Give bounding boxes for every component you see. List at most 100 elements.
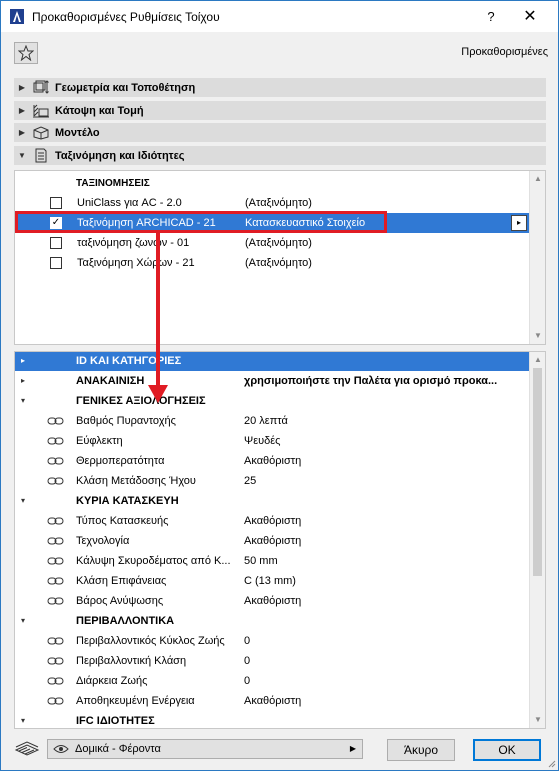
link-icon: [47, 435, 65, 447]
expand-arrow-icon[interactable]: ▸: [21, 376, 25, 385]
collapse-arrow-icon[interactable]: ▾: [21, 716, 25, 725]
property-value[interactable]: Ακαθόριστη: [244, 515, 301, 527]
structural-function-select[interactable]: Δομικά - Φέροντα ▶: [47, 739, 363, 759]
eye-icon: [53, 744, 71, 754]
classification-menu-button[interactable]: ▸: [511, 215, 527, 231]
close-button[interactable]: ✕: [515, 7, 545, 27]
link-icon: [47, 515, 65, 527]
title-bar[interactable]: Προκαθορισμένες Ρυθμίσεις Τοίχου ? ✕: [1, 1, 558, 32]
classification-checkbox[interactable]: [50, 197, 62, 209]
collapse-arrow-icon[interactable]: ▾: [21, 396, 25, 405]
property-name: Περιβαλλοντική Κλάση: [76, 655, 187, 667]
link-icon: [47, 575, 65, 587]
property-value[interactable]: 20 λεπτά: [244, 415, 288, 427]
property-value[interactable]: 25: [244, 475, 256, 487]
floorplan-section-icon: [30, 103, 52, 119]
cancel-button[interactable]: Άκυρο: [387, 739, 455, 761]
scroll-down-icon[interactable]: ▼: [533, 331, 543, 341]
property-group-row[interactable]: ▸ ΑΝΑΚΑΙΝΙΣΗ χρησιμοποιήστε την Παλέτα για…: [15, 371, 529, 391]
property-group-row[interactable]: ▸ ID ΚΑΙ ΚΑΤΗΓΟΡΙΕΣ: [15, 352, 529, 371]
classification-row[interactable]: UniClass για AC - 2.0 (Αταξινόμητο): [15, 193, 529, 213]
property-row[interactable]: Κάλυψη Σκυροδέματος από Κ... 50 mm: [15, 551, 529, 571]
panel-label: Γεωμετρία και Τοποθέτηση: [55, 81, 196, 94]
property-value[interactable]: 0: [244, 635, 250, 647]
property-value[interactable]: Ακαθόριστη: [244, 455, 301, 467]
panel-label: Κάτοψη και Τομή: [55, 104, 144, 117]
property-value: χρησιμοποιήστε την Παλέτα για ορισμό προ…: [244, 375, 498, 387]
ok-button[interactable]: OK: [473, 739, 541, 761]
classification-list: ΤΑΞΙΝΟΜΗΣΕΙΣ UniClass για AC - 2.0 (Αταξ…: [14, 170, 546, 345]
scroll-up-icon[interactable]: ▲: [533, 355, 543, 365]
property-name: Περιβαλλοντικός Κύκλος Ζωής: [76, 635, 225, 647]
property-row[interactable]: Εύφλεκτη Ψευδές: [15, 431, 529, 451]
property-name: Κλάση Επιφάνειας: [76, 575, 167, 587]
link-icon: [47, 455, 65, 467]
star-icon: [18, 45, 34, 61]
property-row[interactable]: Κλάση Επιφάνειας C (13 mm): [15, 571, 529, 591]
link-icon: [47, 415, 65, 427]
classification-value: (Αταξινόμητο): [245, 257, 312, 269]
property-row[interactable]: Τεχνολογία Ακαθόριστη: [15, 531, 529, 551]
geometry-icon: [30, 80, 52, 96]
classification-row[interactable]: Ταξινόμηση Χώρων - 21 (Αταξινόμητο): [15, 253, 529, 273]
defaults-label: Προκαθορισμένες: [461, 46, 548, 58]
property-name: ΠΕΡΙΒΑΛΛΟΝΤΙΚΑ: [76, 615, 175, 627]
panel-model[interactable]: ▶ Μοντέλο: [14, 123, 546, 142]
classification-value: (Αταξινόμητο): [245, 237, 312, 249]
property-name: Κάλυψη Σκυροδέματος από Κ...: [76, 555, 231, 567]
property-value[interactable]: 0: [244, 655, 250, 667]
link-icon: [47, 675, 65, 687]
layers-icon[interactable]: [14, 741, 40, 757]
classification-scrollbar[interactable]: ▲ ▼: [529, 171, 545, 344]
property-value[interactable]: 50 mm: [244, 555, 278, 567]
collapse-arrow-icon[interactable]: ▾: [21, 616, 25, 625]
property-name: Αποθηκευμένη Ενέργεια: [76, 695, 195, 707]
panel-geometry-placement[interactable]: ▶ Γεωμετρία και Τοποθέτηση: [14, 78, 546, 97]
classification-header: ΤΑΞΙΝΟΜΗΣΕΙΣ: [76, 178, 150, 189]
resize-grip-icon[interactable]: [546, 758, 556, 768]
property-group-row[interactable]: ▾ ΚΥΡΙΑ ΚΑΤΑΣΚΕΥΗ: [15, 491, 529, 511]
classification-row[interactable]: ταξινόμηση ζωνών - 01 (Αταξινόμητο): [15, 233, 529, 253]
scroll-thumb[interactable]: [533, 368, 542, 576]
link-icon: [47, 475, 65, 487]
property-name: Βάρος Ανύψωσης: [76, 595, 164, 607]
property-row[interactable]: Τύπος Κατασκευής Ακαθόριστη: [15, 511, 529, 531]
property-group-row[interactable]: ▾ IFC ΙΔΙΟΤΗΤΕΣ: [15, 711, 529, 728]
scroll-up-icon[interactable]: ▲: [533, 174, 543, 184]
property-group-row[interactable]: ▾ ΓΕΝΙΚΕΣ ΑΞΙΟΛΟΓΗΣΕΙΣ: [15, 391, 529, 411]
property-row[interactable]: Βάρος Ανύψωσης Ακαθόριστη: [15, 591, 529, 611]
property-row[interactable]: Κλάση Μετάδοσης Ήχου 25: [15, 471, 529, 491]
collapse-arrow-icon[interactable]: ▾: [21, 496, 25, 505]
property-row[interactable]: Αποθηκευμένη Ενέργεια Ακαθόριστη: [15, 691, 529, 711]
classification-checkbox[interactable]: [50, 257, 62, 269]
property-row[interactable]: Διάρκεια Ζωής 0: [15, 671, 529, 691]
panel-classification-properties[interactable]: ▼ Ταξινόμηση και Ιδιότητες: [14, 146, 546, 165]
property-value[interactable]: Ακαθόριστη: [244, 595, 301, 607]
property-name: Κλάση Μετάδοσης Ήχου: [76, 475, 196, 487]
classification-icon: [30, 148, 52, 164]
property-value[interactable]: 0: [244, 675, 250, 687]
property-value[interactable]: Ψευδές: [244, 435, 280, 447]
classification-checkbox[interactable]: [50, 237, 62, 249]
scroll-down-icon[interactable]: ▼: [533, 715, 543, 725]
expand-arrow-icon: ▶: [18, 128, 26, 137]
property-scrollbar[interactable]: ▲ ▼: [529, 352, 545, 728]
annotation-arrow-icon: [148, 233, 168, 403]
property-group-row[interactable]: ▾ ΠΕΡΙΒΑΛΛΟΝΤΙΚΑ: [15, 611, 529, 631]
expand-arrow-icon[interactable]: ▸: [21, 356, 25, 365]
link-icon: [47, 635, 65, 647]
property-row[interactable]: Περιβαλλοντικός Κύκλος Ζωής 0: [15, 631, 529, 651]
property-row[interactable]: Βαθμός Πυραντοχής 20 λεπτά: [15, 411, 529, 431]
link-icon: [47, 695, 65, 707]
panel-label: Μοντέλο: [55, 126, 100, 139]
favorites-button[interactable]: [14, 42, 38, 64]
panel-floorplan-section[interactable]: ▶ Κάτοψη και Τομή: [14, 101, 546, 120]
property-row[interactable]: Περιβαλλοντική Κλάση 0: [15, 651, 529, 671]
property-value[interactable]: Ακαθόριστη: [244, 695, 301, 707]
property-row[interactable]: Θερμοπερατότητα Ακαθόριστη: [15, 451, 529, 471]
help-button[interactable]: ?: [479, 7, 503, 27]
property-name: Τεχνολογία: [76, 535, 130, 547]
expand-arrow-icon: ▶: [18, 83, 26, 92]
property-value[interactable]: Ακαθόριστη: [244, 535, 301, 547]
property-value[interactable]: C (13 mm): [244, 575, 296, 587]
